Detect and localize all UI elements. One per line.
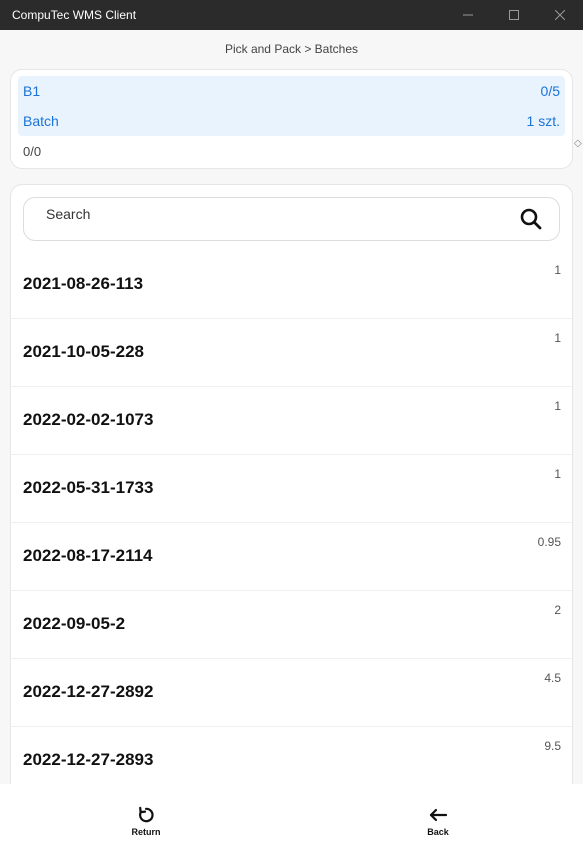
bottom-action-bar: Return Back xyxy=(0,784,583,855)
item-code: B1 xyxy=(23,83,41,99)
batch-list-item[interactable]: 2022-09-05-2 2 xyxy=(11,591,572,659)
batch-name: 2022-05-31-1733 xyxy=(23,478,154,497)
search-button[interactable] xyxy=(509,197,553,241)
batch-list-item[interactable]: 2022-08-17-2114 0.95 xyxy=(11,523,572,591)
refresh-icon xyxy=(139,806,154,823)
back-label: Back xyxy=(427,827,449,837)
quantity-value: 1 szt. xyxy=(526,113,560,129)
batch-name: 2022-09-05-2 xyxy=(23,614,126,633)
batch-type-row: Batch 1 szt. xyxy=(18,106,565,136)
back-button[interactable]: Back xyxy=(398,806,478,846)
search-icon xyxy=(520,208,542,230)
minimize-button[interactable] xyxy=(445,0,491,30)
batch-name: 2022-08-17-2114 xyxy=(23,546,153,565)
search-bar xyxy=(23,197,560,241)
return-button[interactable]: Return xyxy=(106,806,186,846)
item-summary-highlight: B1 0/5 Batch 1 szt. xyxy=(18,76,565,136)
batch-name: 2021-10-05-228 xyxy=(23,342,144,361)
batch-list: 2021-08-26-113 1 2021-10-05-228 1 2022-0… xyxy=(11,251,572,784)
batch-list-item[interactable]: 2022-02-02-1073 1 xyxy=(11,387,572,455)
batch-quantity: 1 xyxy=(554,331,561,345)
minimize-icon xyxy=(463,14,473,16)
item-progress: 0/5 xyxy=(540,83,560,99)
batch-quantity: 1 xyxy=(554,467,561,481)
close-button[interactable] xyxy=(537,0,583,30)
window-title: CompuTec WMS Client xyxy=(12,8,137,22)
arrow-left-icon xyxy=(429,808,447,822)
item-summary-card: B1 0/5 Batch 1 szt. 0/0 xyxy=(10,69,573,169)
batch-quantity: 2 xyxy=(554,603,561,617)
batch-list-item[interactable]: 2022-12-27-2893 9.5 xyxy=(11,727,572,784)
batch-quantity: 1 xyxy=(554,263,561,277)
expand-handle-icon[interactable]: ◇ xyxy=(574,138,582,149)
batch-name: 2022-02-02-1073 xyxy=(23,410,154,429)
batch-list-card: 2021-08-26-113 1 2021-10-05-228 1 2022-0… xyxy=(10,184,573,784)
type-label: Batch xyxy=(23,113,59,129)
maximize-button[interactable] xyxy=(491,0,537,30)
batch-name: 2022-12-27-2892 xyxy=(23,682,154,701)
close-icon xyxy=(555,10,565,20)
batch-quantity: 9.5 xyxy=(544,739,561,753)
batch-list-item[interactable]: 2022-12-27-2892 4.5 xyxy=(11,659,572,727)
batch-list-item[interactable]: 2021-10-05-228 1 xyxy=(11,319,572,387)
window-titlebar: CompuTec WMS Client xyxy=(0,0,583,30)
batch-quantity: 0.95 xyxy=(537,535,561,549)
batch-name: 2022-12-27-2893 xyxy=(23,750,154,769)
batch-quantity: 1 xyxy=(554,399,561,413)
breadcrumb: Pick and Pack > Batches xyxy=(224,42,359,56)
batch-quantity: 4.5 xyxy=(544,671,561,685)
batch-progress: 0/0 xyxy=(23,143,42,159)
batch-list-item[interactable]: 2022-05-31-1733 1 xyxy=(11,455,572,523)
maximize-icon xyxy=(509,10,519,20)
return-label: Return xyxy=(131,827,161,837)
batch-list-item[interactable]: 2021-08-26-113 1 xyxy=(11,251,572,319)
search-input[interactable] xyxy=(24,198,509,240)
item-row: B1 0/5 xyxy=(18,76,565,106)
batch-progress-row: 0/0 xyxy=(18,136,565,166)
batch-name: 2021-08-26-113 xyxy=(23,274,144,293)
